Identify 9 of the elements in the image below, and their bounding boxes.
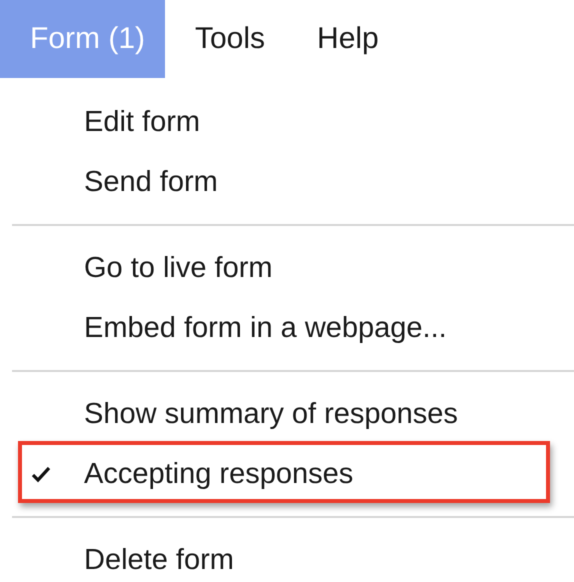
menu-bar-item[interactable]: Help bbox=[287, 0, 401, 78]
menu-item[interactable]: Delete form bbox=[84, 544, 234, 576]
menu-item[interactable]: Accepting responses bbox=[84, 458, 354, 490]
menu-bar-item[interactable]: Tools bbox=[165, 0, 288, 78]
menu-item[interactable]: Send form bbox=[84, 166, 218, 198]
menu-item[interactable]: Edit form bbox=[84, 106, 200, 138]
menu-item[interactable]: Show summary of responses bbox=[84, 398, 458, 430]
menu-item[interactable]: Go to live form bbox=[84, 252, 273, 284]
menu-item[interactable]: Embed form in a webpage... bbox=[84, 312, 447, 344]
